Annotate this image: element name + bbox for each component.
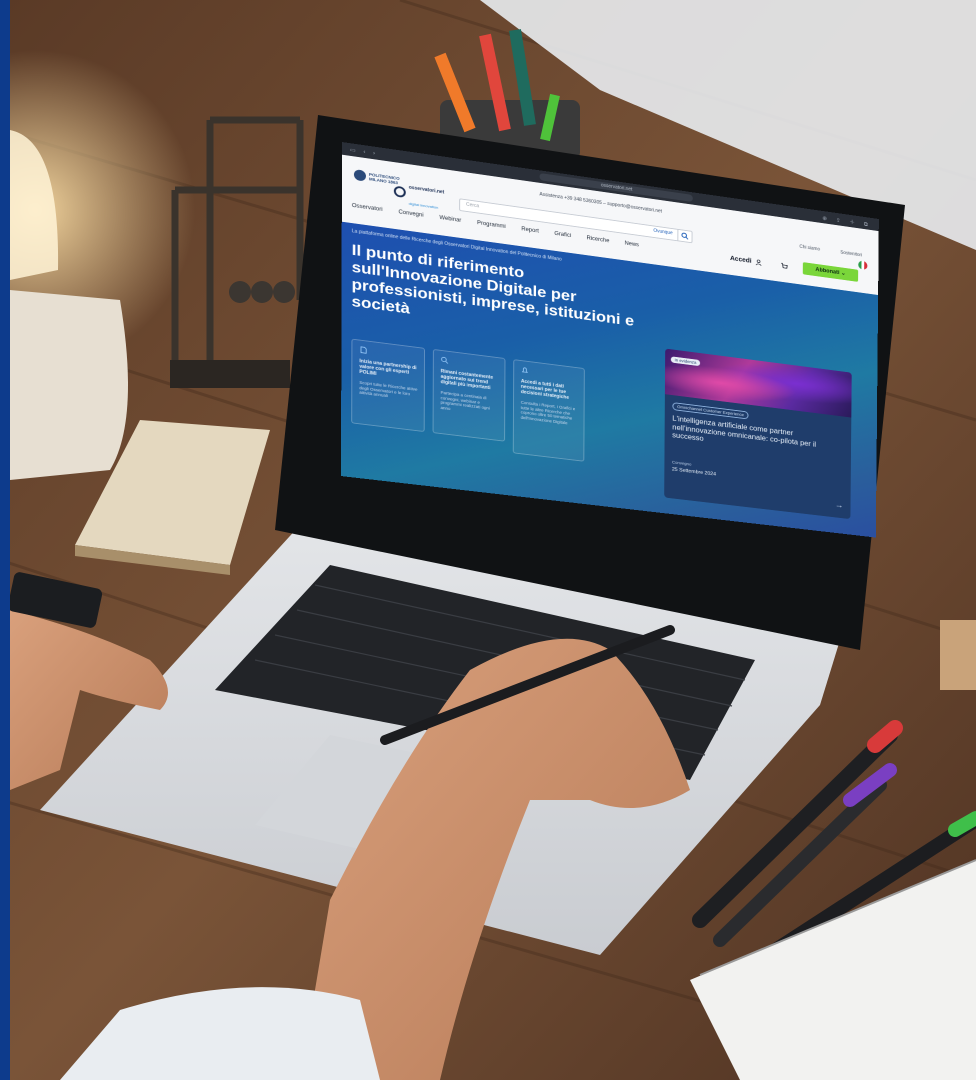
login-link[interactable]: Accedi [730,256,762,267]
document-icon [359,346,367,354]
arrow-right-icon[interactable]: → [835,500,843,510]
hero-title: Il punto di riferimento sull'Innovazione… [351,241,635,330]
user-icon [755,259,762,266]
nav-convegni[interactable]: Convegni [398,210,423,219]
feature-card-trends[interactable]: Rimani costantemente aggiornato sui tren… [432,348,506,442]
card-description: Partecipa a centinaia di convegni, webin… [440,390,490,411]
bell-icon [521,366,529,374]
osservatori-logo-line2: digital innovation [408,201,439,210]
feature-card-data[interactable]: Accedi a tutti i dati necessari per le t… [512,359,585,462]
sostenitori-link[interactable]: Sostenitori [840,250,862,258]
nav-ricerche[interactable]: Ricerche [587,236,610,244]
nav-news[interactable]: News [625,241,639,248]
blue-edge-strip [0,0,10,1080]
card-title: Accedi a tutti i dati necessari per le t… [520,378,570,401]
search-input[interactable]: Cerca [466,202,479,209]
osservatori-mark-icon [393,185,406,199]
subscribe-label: Abbonati [815,267,840,276]
card-description: Scopri tutte le Ricerche attive degli Os… [359,380,418,399]
language-flag-icon[interactable] [858,260,868,271]
card-description: Consulta i Report, i Grafici e tutte le … [520,400,576,425]
search-icon [681,232,689,240]
feature-card-partnership[interactable]: Inizia una partnership di valore con gli… [351,338,426,433]
card-title: Rimani costantemente aggiornato sui tren… [440,368,494,391]
chi-siamo-link[interactable]: Chi siamo [799,244,820,252]
osservatori-logo-line1: osservatori.net [408,184,445,196]
cart-icon[interactable] [780,263,787,271]
featured-title[interactable]: L'intelligenza artificiale come partner … [672,414,845,460]
chevron-down-icon: ⌄ [840,270,846,277]
search-button[interactable] [677,229,692,243]
nav-grafici[interactable]: Grafici [554,231,571,239]
card-title: Inizia una partnership di valore con gli… [359,358,417,377]
book-right-edge [940,620,976,690]
osservatori-logo[interactable]: osservatori.net digital innovation [393,175,445,214]
nav-programmi[interactable]: Programmi [477,221,506,230]
featured-kind: Convegno [671,459,692,467]
search-icon [441,356,449,364]
featured-date: 25 Settembre 2024 [671,466,717,478]
lamp-base [10,290,128,480]
nav-report[interactable]: Report [521,227,539,235]
polimi-seal-icon [353,169,366,182]
nav-webinar[interactable]: Webinar [439,215,461,223]
featured-event-card[interactable]: In evidenza Omnichannel Customer Experie… [664,348,852,520]
polimi-logo[interactable]: POLITECNICO MILANO 1863 [353,169,400,186]
search-scope-dropdown[interactable]: Ovunque [653,228,672,236]
login-label: Accedi [730,255,752,265]
nav-osservatori[interactable]: Osservatori [352,203,383,213]
top-links: Chi siamo Sostenitori [799,244,862,258]
subscribe-button[interactable]: Abbonati ⌄ [802,262,859,282]
